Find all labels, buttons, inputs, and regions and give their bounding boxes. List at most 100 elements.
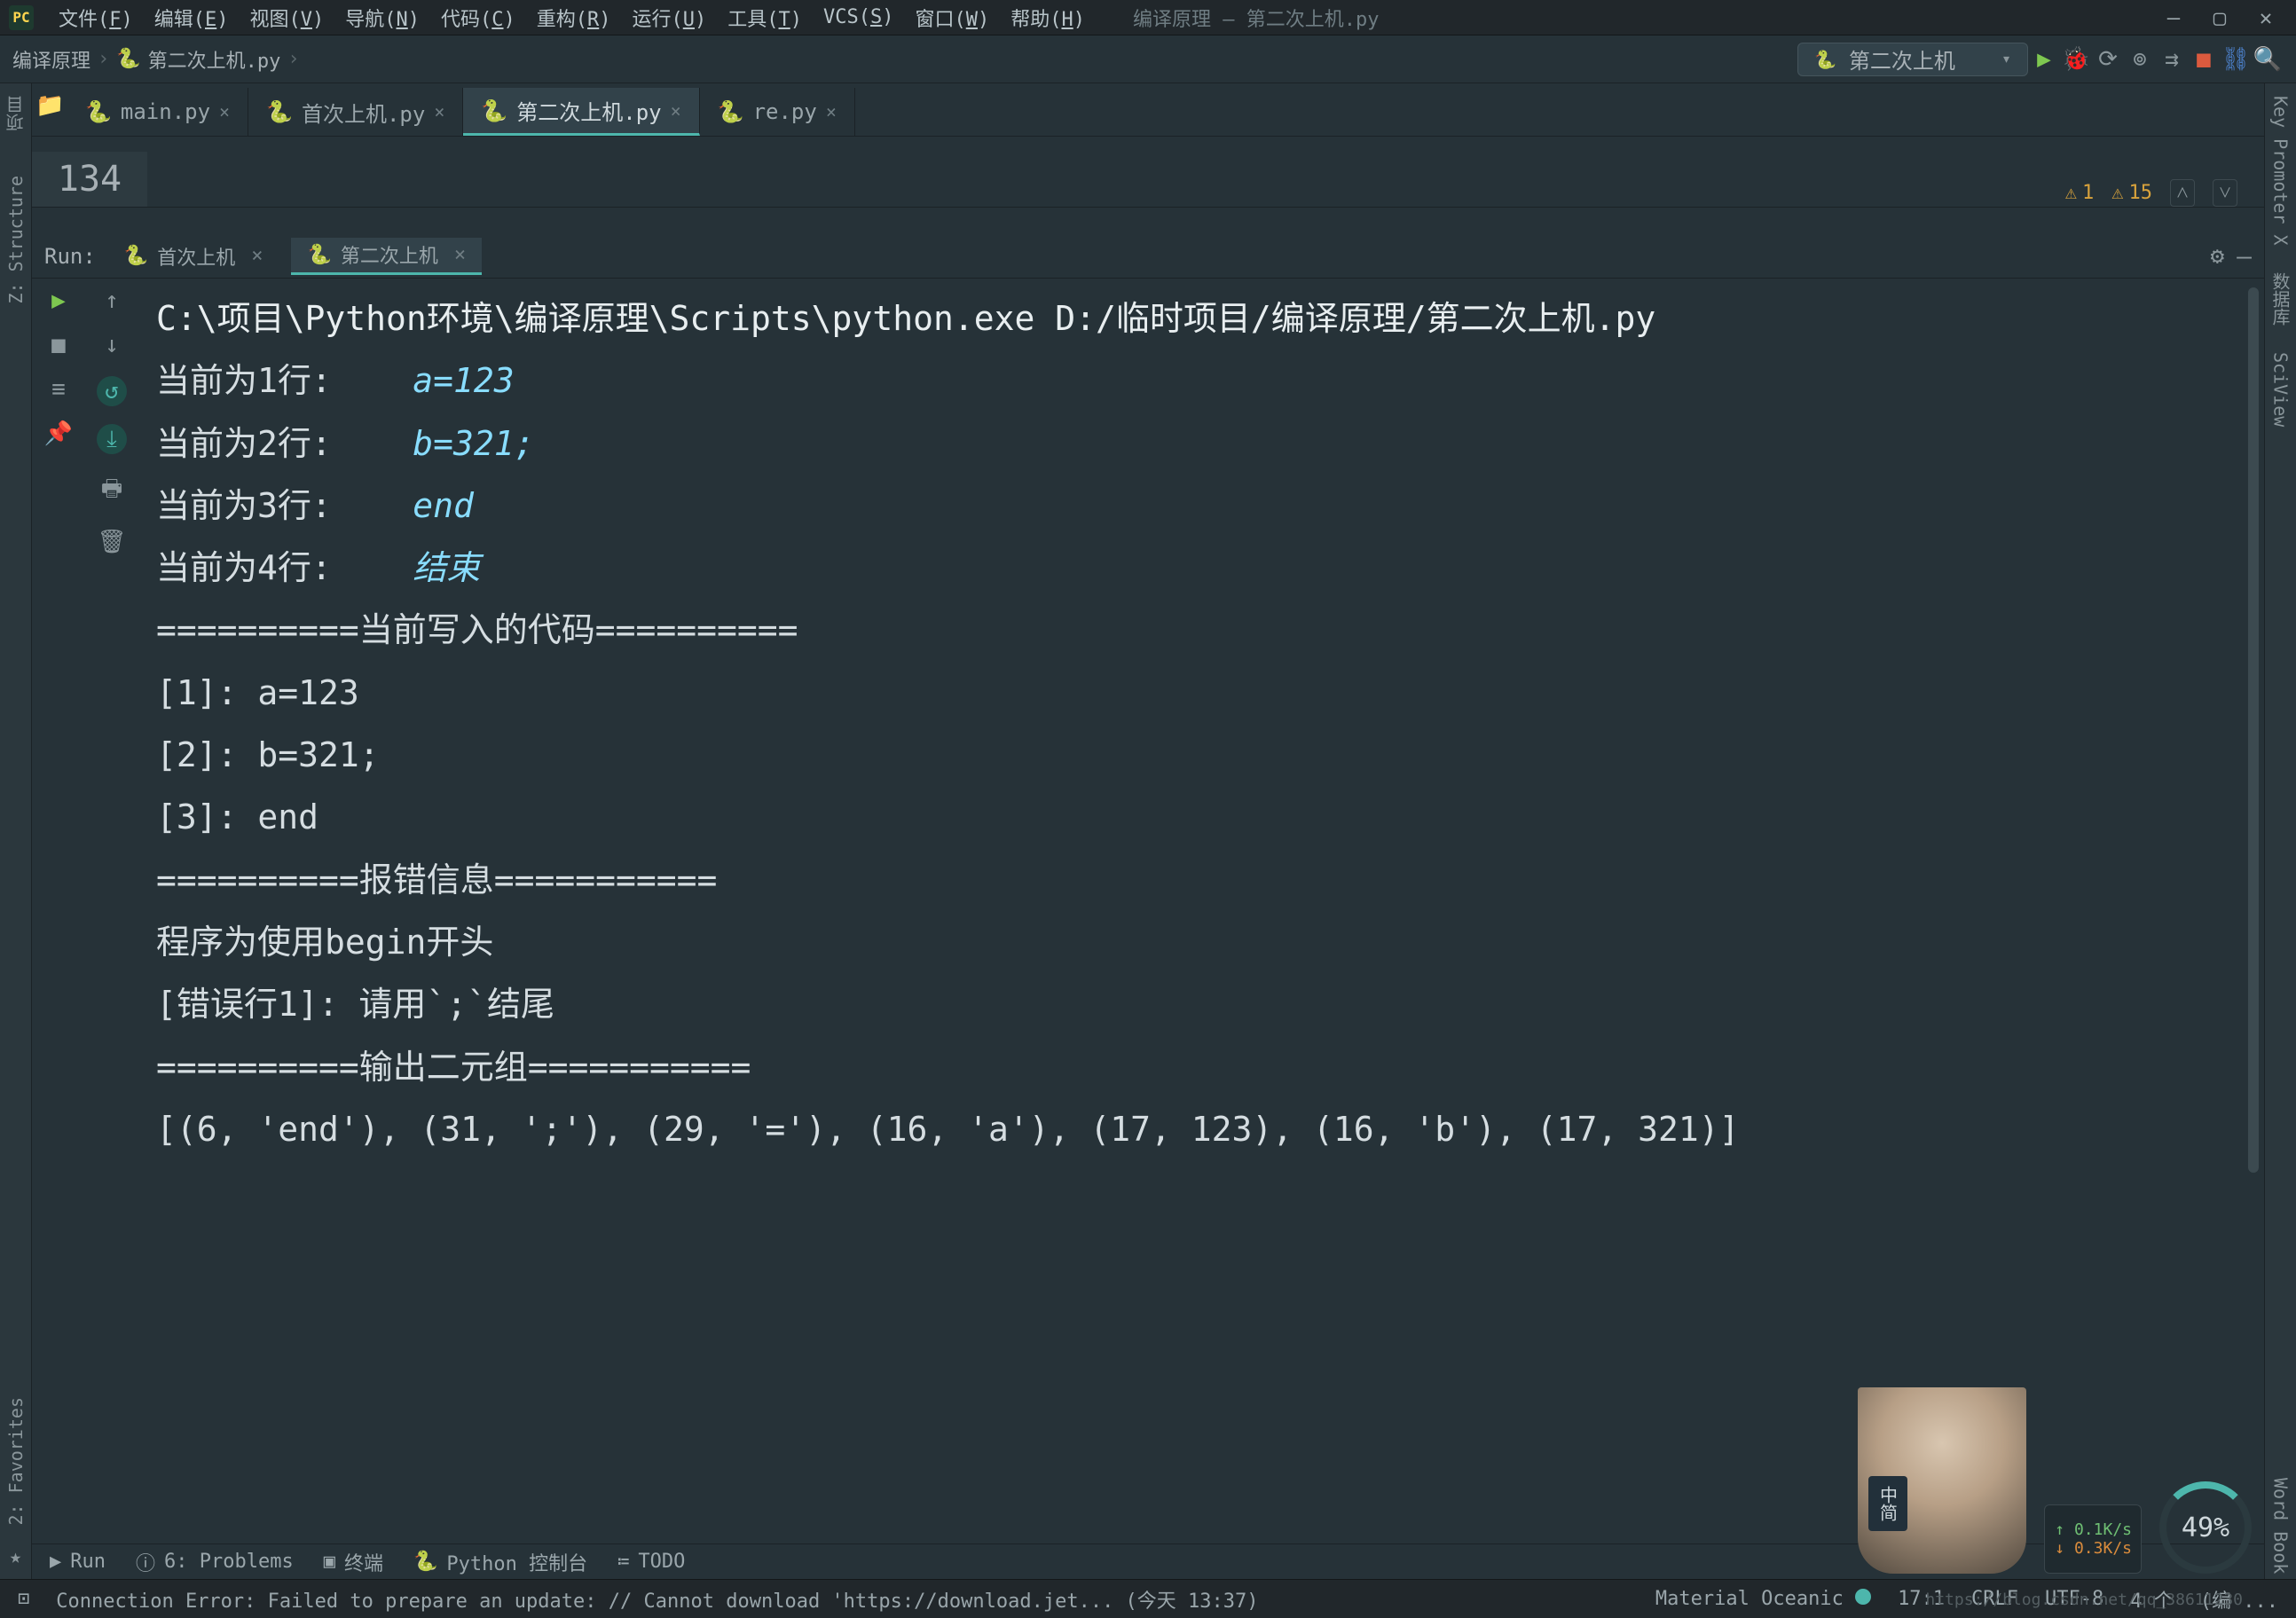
- tool-python-console[interactable]: 🐍Python 控制台: [413, 1548, 587, 1576]
- stop-button[interactable]: ■: [2188, 46, 2220, 73]
- floating-widgets: 中简 ↑ 0.1K/s ↓ 0.3K/s 49%: [1858, 1387, 2252, 1574]
- pin-button[interactable]: 📌: [44, 420, 73, 447]
- concurrency-button[interactable]: ⇉: [2156, 46, 2188, 73]
- coverage-button[interactable]: ⟳: [2092, 46, 2124, 73]
- run-panel: Run: 🐍首次上机× 🐍第二次上机× ⚙ — ▶ ■ ≡ 📌 ↑ ↓ ↺ ⤓ …: [32, 234, 2264, 1543]
- project-tab[interactable]: 项目: [3, 90, 28, 137]
- desktop-pet[interactable]: 中简: [1858, 1387, 2026, 1574]
- prev-highlight-button[interactable]: ˄: [2170, 179, 2195, 207]
- python-file-icon: 🐍: [85, 99, 112, 124]
- breadcrumb-part[interactable]: 编译原理: [12, 45, 90, 74]
- run-config-label: 第二次上机: [1849, 43, 1989, 75]
- wrap-button[interactable]: ↺: [97, 376, 127, 406]
- editor-area: 📁 🐍main.py× 🐍首次上机.py× 🐍第二次上机.py× 🐍re.py×…: [32, 83, 2264, 234]
- warning-badge[interactable]: ⚠1: [2065, 182, 2095, 204]
- menu-refactor[interactable]: 重构(R): [528, 0, 620, 35]
- console-separator: ==========报错信息===========: [156, 849, 2237, 911]
- run-config-selector[interactable]: 🐍 第二次上机 ▾: [1797, 43, 2028, 76]
- menu-navigate[interactable]: 导航(N): [336, 0, 429, 35]
- scrollbar-thumb[interactable]: [2248, 287, 2259, 1173]
- down-arrow-button[interactable]: ↓: [105, 332, 119, 358]
- debug-button[interactable]: 🐞: [2060, 46, 2092, 73]
- status-icon: ⊡: [18, 1588, 29, 1610]
- editor-tab-main[interactable]: 🐍main.py×: [67, 88, 248, 136]
- database-tab[interactable]: 数据库: [2268, 267, 2293, 331]
- cpu-widget[interactable]: 49%: [2159, 1481, 2252, 1574]
- menu-code[interactable]: 代码(C): [432, 0, 524, 35]
- status-theme[interactable]: Material Oceanic: [1655, 1588, 1871, 1610]
- network-speed-widget[interactable]: ↑ 0.1K/s ↓ 0.3K/s: [2044, 1504, 2142, 1574]
- menu-edit[interactable]: 编辑(E): [145, 0, 238, 35]
- menu-run[interactable]: 运行(U): [624, 0, 716, 35]
- tool-problems[interactable]: ⓘ6: Problems: [136, 1548, 294, 1576]
- close-button[interactable]: ✕: [2245, 5, 2287, 30]
- close-icon[interactable]: ×: [826, 101, 837, 122]
- console-separator: ==========输出二元组===========: [156, 1036, 2237, 1098]
- console-line: 当前为2行: b=321;: [156, 412, 2237, 475]
- favorites-tab[interactable]: 2: Favorites: [5, 1392, 27, 1531]
- git-button[interactable]: ⛓: [2220, 46, 2252, 73]
- tool-run[interactable]: ▶Run: [50, 1551, 106, 1573]
- close-icon[interactable]: ×: [219, 101, 230, 122]
- info-icon: ⓘ: [136, 1548, 155, 1576]
- breadcrumb-part[interactable]: 第二次上机.py: [148, 45, 281, 74]
- left-tool-stripe: 项目 Z: Structure 2: Favorites ★: [0, 83, 32, 1579]
- close-icon[interactable]: ×: [434, 101, 444, 122]
- play-icon: ▶: [50, 1551, 61, 1573]
- editor-tab-second[interactable]: 🐍第二次上机.py×: [463, 88, 699, 136]
- next-highlight-button[interactable]: ˅: [2213, 179, 2237, 207]
- breadcrumb[interactable]: 编译原理 › 🐍 第二次上机.py ›: [12, 45, 300, 74]
- close-icon[interactable]: ×: [671, 100, 681, 122]
- minimize-panel-button[interactable]: —: [2237, 241, 2252, 271]
- menu-window[interactable]: 窗口(W): [906, 0, 998, 35]
- run-button[interactable]: ▶: [2028, 46, 2060, 73]
- terminal-icon: ▣: [324, 1551, 335, 1573]
- keypromoter-tab[interactable]: Key Promoter X: [2270, 90, 2292, 251]
- profile-button[interactable]: ⊚: [2124, 46, 2156, 73]
- gear-icon[interactable]: ⚙: [2210, 243, 2224, 270]
- console-error: 程序为使用begin开头: [156, 911, 2237, 973]
- rerun-button[interactable]: ▶: [51, 287, 66, 314]
- menu-view[interactable]: 视图(V): [241, 0, 334, 35]
- scroll-end-button[interactable]: ⤓: [97, 424, 127, 454]
- editor-tabs: 🐍main.py× 🐍首次上机.py× 🐍第二次上机.py× 🐍re.py×: [32, 83, 2264, 137]
- layout-button[interactable]: ≡: [51, 376, 66, 403]
- menubar: PC 文件(F) 编辑(E) 视图(V) 导航(N) 代码(C) 重构(R) 运…: [0, 0, 2296, 35]
- menu-tools[interactable]: 工具(T): [719, 0, 811, 35]
- python-icon: 🐍: [413, 1551, 437, 1573]
- up-arrow-button[interactable]: ↑: [105, 287, 119, 314]
- run-controls-col1: ▶ ■ ≡ 📌: [32, 279, 85, 1543]
- menu-file[interactable]: 文件(F): [50, 0, 142, 35]
- minimize-button[interactable]: —: [2152, 5, 2195, 30]
- warning-badge[interactable]: ⚠15: [2111, 182, 2152, 204]
- tool-terminal[interactable]: ▣终端: [324, 1548, 383, 1576]
- search-button[interactable]: 🔍: [2252, 46, 2284, 73]
- print-button[interactable]: 🖶: [101, 472, 123, 511]
- console-separator: ==========当前写入的代码==========: [156, 599, 2237, 661]
- stop-process-button[interactable]: ■: [51, 332, 66, 358]
- ime-indicator[interactable]: 中简: [1868, 1476, 1907, 1531]
- menu-help[interactable]: 帮助(H): [1002, 0, 1094, 35]
- maximize-button[interactable]: ▢: [2198, 5, 2241, 30]
- console-error: [错误行1]: 请用`;`结尾: [156, 973, 2237, 1035]
- editor-tab-re[interactable]: 🐍re.py×: [700, 88, 855, 136]
- editor-tab-first[interactable]: 🐍首次上机.py×: [248, 88, 463, 136]
- close-icon[interactable]: ×: [454, 244, 466, 266]
- folder-icon[interactable]: 📁: [35, 92, 64, 119]
- run-tab-second[interactable]: 🐍第二次上机×: [291, 238, 482, 275]
- star-icon: ★: [10, 1546, 21, 1568]
- close-icon[interactable]: ×: [251, 245, 263, 267]
- sciview-tab[interactable]: SciView: [2270, 347, 2292, 432]
- python-file-icon: 🐍: [718, 99, 744, 124]
- structure-tab[interactable]: Z: Structure: [5, 170, 27, 310]
- trash-button[interactable]: 🗑: [97, 529, 126, 555]
- run-tab-first[interactable]: 🐍首次上机×: [108, 238, 279, 275]
- download-speed: ↓ 0.3K/s: [2055, 1539, 2132, 1558]
- console-output[interactable]: C:\项目\Python环境\编译原理\Scripts\python.exe D…: [138, 279, 2264, 1543]
- menu-vcs[interactable]: VCS(S): [814, 3, 902, 32]
- wordbook-tab[interactable]: Word Book: [2270, 1473, 2292, 1579]
- python-icon: 🐍: [307, 244, 331, 266]
- run-panel-header: Run: 🐍首次上机× 🐍第二次上机× ⚙ —: [32, 234, 2264, 279]
- run-panel-body: ▶ ■ ≡ 📌 ↑ ↓ ↺ ⤓ 🖶 🗑 C:\项目\Python环境\编译原理\…: [32, 279, 2264, 1543]
- tool-todo[interactable]: ≔TODO: [617, 1551, 685, 1573]
